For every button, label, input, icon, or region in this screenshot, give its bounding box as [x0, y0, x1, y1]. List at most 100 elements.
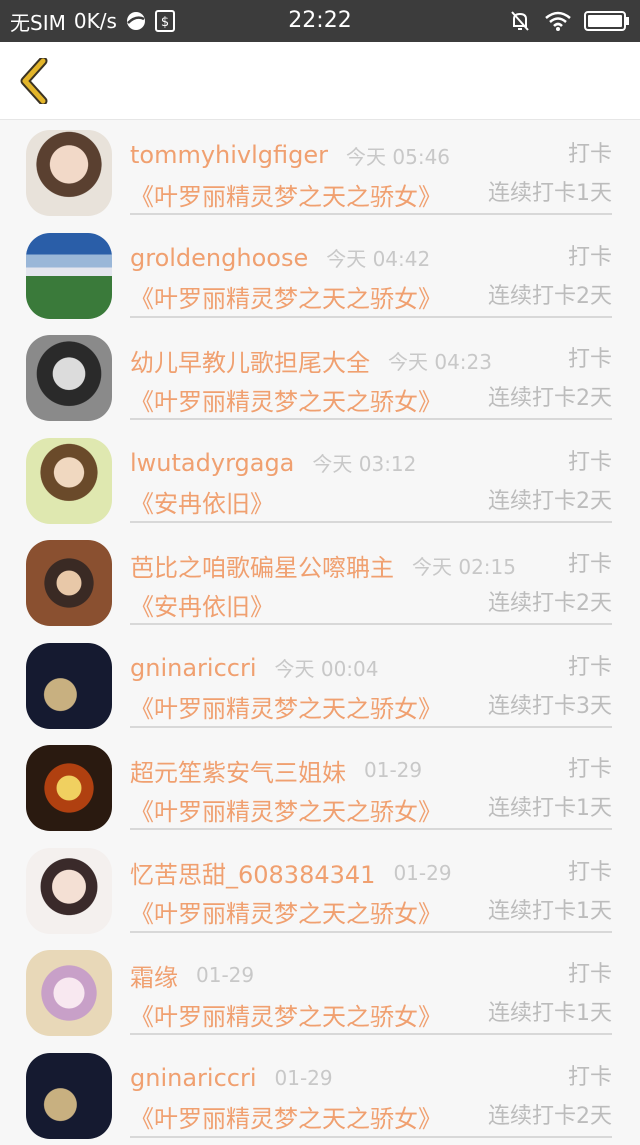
book-title[interactable]: 《安冉依旧》	[130, 587, 274, 622]
item-header-line: 霜缘 01-29 打卡	[130, 958, 612, 992]
avatar[interactable]	[26, 335, 112, 421]
list-item-content: tommyhivlgfiger 今天 05:46 打卡《叶罗丽精灵梦之天之骄女》 连续…	[130, 120, 612, 215]
item-header-line: groldenghoose今天 04:42打卡	[130, 241, 612, 275]
streak-count: 连续打卡1天	[488, 176, 612, 212]
checkin-action-label: 打卡	[568, 753, 612, 787]
list-item[interactable]: lwutadyrgaga今天 03:12打卡《安冉依旧》连续打卡2天	[0, 428, 640, 531]
checkin-action-label: 打卡	[568, 856, 612, 890]
back-button[interactable]	[14, 56, 54, 106]
item-detail-line: 《叶罗丽精灵梦之天之骄女》 连续打卡1天	[130, 894, 612, 930]
user-name[interactable]: 芭比之咱歌碥星公嚓聃主	[130, 548, 394, 583]
item-header-line: lwutadyrgaga今天 03:12打卡	[130, 446, 612, 480]
list-item[interactable]: 幼儿早教儿歌担尾大全今天 04:23 打卡《叶罗丽精灵梦之天之骄女》 连续打卡2天	[0, 325, 640, 428]
item-detail-line: 《叶罗丽精灵梦之天之骄女》 连续打卡1天	[130, 176, 612, 212]
streak-count: 连续打卡1天	[488, 996, 612, 1032]
user-name[interactable]: 超元笙紫安气三姐妹	[130, 753, 346, 788]
user-name[interactable]: 幼儿早教儿歌担尾大全	[130, 343, 370, 378]
book-title[interactable]: 《叶罗丽精灵梦之天之骄女》	[130, 177, 442, 212]
list-item-content: 幼儿早教儿歌担尾大全今天 04:23 打卡《叶罗丽精灵梦之天之骄女》 连续打卡2天	[130, 325, 612, 420]
book-title[interactable]: 《安冉依旧》	[130, 484, 274, 519]
user-name[interactable]: lwutadyrgaga	[130, 449, 294, 477]
user-name[interactable]: groldenghoose	[130, 244, 308, 272]
book-title[interactable]: 《叶罗丽精灵梦之天之骄女》	[130, 382, 442, 417]
list-item[interactable]: 忆苦思甜_608384341 01-29 打卡《叶罗丽精灵梦之天之骄女》 连续打卡1天	[0, 838, 640, 941]
item-header-line: 超元笙紫安气三姐妹 01-29 打卡	[130, 753, 612, 787]
user-name[interactable]: 霜缘	[130, 958, 178, 993]
book-title[interactable]: 《叶罗丽精灵梦之天之骄女》	[130, 279, 442, 314]
list-item[interactable]: 超元笙紫安气三姐妹 01-29 打卡《叶罗丽精灵梦之天之骄女》 连续打卡1天	[0, 735, 640, 838]
avatar[interactable]	[26, 643, 112, 729]
list-item[interactable]: gninariccri 今天 00:04 打卡《叶罗丽精灵梦之天之骄女》 连续打卡3天	[0, 633, 640, 736]
item-header-line: gninariccri01-29打卡	[130, 1061, 612, 1095]
checkin-action-label: 打卡	[568, 958, 612, 992]
streak-count: 连续打卡1天	[488, 894, 612, 930]
list-item-content: gninariccri 今天 00:04 打卡《叶罗丽精灵梦之天之骄女》 连续打卡3天	[130, 633, 612, 728]
checkin-list: tommyhivlgfiger今天 05:46打卡《叶罗丽精灵梦之天之骄女》连续…	[0, 120, 640, 1145]
avatar[interactable]	[26, 950, 112, 1036]
checkin-time: 今天 04:23	[388, 346, 492, 375]
book-title[interactable]: 《叶罗丽精灵梦之天之骄女》	[130, 894, 442, 929]
list-item-content: groldenghoose今天 04:42打卡《叶罗丽精灵梦之天之骄女》连续打卡…	[130, 223, 612, 318]
checkin-time: 今天 03:12	[312, 448, 416, 477]
item-detail-line: 《安冉依旧》 连续打卡2天	[130, 586, 612, 622]
item-detail-line: 《叶罗丽精灵梦之天之骄女》 连续打卡1天	[130, 996, 612, 1032]
user-name[interactable]: gninariccri	[130, 654, 257, 682]
checkin-time: 01-29	[196, 963, 254, 987]
item-header-line: tommyhivlgfiger 今天 05:46 打卡	[130, 138, 612, 172]
avatar[interactable]	[26, 438, 112, 524]
streak-count: 连续打卡2天	[488, 586, 612, 622]
list-item-content: lwutadyrgaga今天 03:12打卡《安冉依旧》连续打卡2天	[130, 428, 612, 523]
avatar[interactable]	[26, 540, 112, 626]
streak-count: 连续打卡2天	[488, 381, 612, 417]
checkin-time: 今天 04:42	[326, 243, 430, 272]
book-title[interactable]: 《叶罗丽精灵梦之天之骄女》	[130, 792, 442, 827]
book-title[interactable]: 《叶罗丽精灵梦之天之骄女》	[130, 997, 442, 1032]
checkin-action-label: 打卡	[568, 651, 612, 685]
checkin-time: 01-29	[275, 1066, 333, 1090]
checkin-time: 01-29	[393, 861, 451, 885]
book-title[interactable]: 《叶罗丽精灵梦之天之骄女》	[130, 1099, 442, 1134]
user-name[interactable]: gninariccri	[130, 1064, 257, 1092]
streak-count: 连续打卡2天	[488, 279, 612, 315]
user-name[interactable]: tommyhivlgfiger	[130, 141, 328, 169]
avatar[interactable]	[26, 130, 112, 216]
checkin-action-label: 打卡	[568, 138, 612, 172]
streak-count: 连续打卡2天	[488, 1099, 612, 1135]
top-nav-bar	[0, 42, 640, 120]
avatar[interactable]	[26, 848, 112, 934]
list-item-content: 超元笙紫安气三姐妹 01-29 打卡《叶罗丽精灵梦之天之骄女》 连续打卡1天	[130, 735, 612, 830]
checkin-time: 今天 02:15	[412, 551, 516, 580]
user-name[interactable]: 忆苦思甜_608384341	[130, 855, 375, 890]
book-title[interactable]: 《叶罗丽精灵梦之天之骄女》	[130, 689, 442, 724]
streak-count: 连续打卡2天	[488, 484, 612, 520]
battery-icon	[584, 10, 630, 32]
item-header-line: 忆苦思甜_608384341 01-29 打卡	[130, 856, 612, 890]
list-item-content: 芭比之咱歌碥星公嚓聃主今天 02:15 打卡《安冉依旧》 连续打卡2天	[130, 530, 612, 625]
item-detail-line: 《叶罗丽精灵梦之天之骄女》 连续打卡2天	[130, 1099, 612, 1135]
avatar[interactable]	[26, 745, 112, 831]
checkin-action-label: 打卡	[568, 548, 612, 582]
checkin-action-label: 打卡	[568, 343, 612, 377]
checkin-time: 今天 00:04	[275, 653, 379, 682]
list-item[interactable]: gninariccri01-29打卡《叶罗丽精灵梦之天之骄女》连续打卡2天	[0, 1043, 640, 1145]
item-header-line: gninariccri 今天 00:04 打卡	[130, 651, 612, 685]
streak-count: 连续打卡1天	[488, 791, 612, 827]
item-detail-line: 《叶罗丽精灵梦之天之骄女》 连续打卡2天	[130, 381, 612, 417]
avatar[interactable]	[26, 1053, 112, 1139]
list-item[interactable]: groldenghoose今天 04:42打卡《叶罗丽精灵梦之天之骄女》连续打卡…	[0, 223, 640, 326]
list-item[interactable]: tommyhivlgfiger 今天 05:46 打卡《叶罗丽精灵梦之天之骄女》 连续…	[0, 120, 640, 223]
checkin-time: 今天 05:46	[346, 141, 450, 170]
checkin-time: 01-29	[364, 758, 422, 782]
item-detail-line: 《叶罗丽精灵梦之天之骄女》 连续打卡3天	[130, 689, 612, 725]
wifi-icon	[544, 10, 572, 32]
streak-count: 连续打卡3天	[488, 689, 612, 725]
item-header-line: 幼儿早教儿歌担尾大全今天 04:23 打卡	[130, 343, 612, 377]
list-item-content: 霜缘 01-29 打卡《叶罗丽精灵梦之天之骄女》 连续打卡1天	[130, 940, 612, 1035]
list-item-content: 忆苦思甜_608384341 01-29 打卡《叶罗丽精灵梦之天之骄女》 连续打卡1天	[130, 838, 612, 933]
list-item[interactable]: 芭比之咱歌碥星公嚓聃主今天 02:15 打卡《安冉依旧》 连续打卡2天	[0, 530, 640, 633]
item-detail-line: 《叶罗丽精灵梦之天之骄女》 连续打卡2天	[130, 279, 612, 315]
status-bar: 无SIM 0K/s $ 22:22	[0, 0, 640, 42]
list-item[interactable]: 霜缘 01-29 打卡《叶罗丽精灵梦之天之骄女》 连续打卡1天	[0, 940, 640, 1043]
avatar[interactable]	[26, 233, 112, 319]
item-detail-line: 《叶罗丽精灵梦之天之骄女》 连续打卡1天	[130, 791, 612, 827]
